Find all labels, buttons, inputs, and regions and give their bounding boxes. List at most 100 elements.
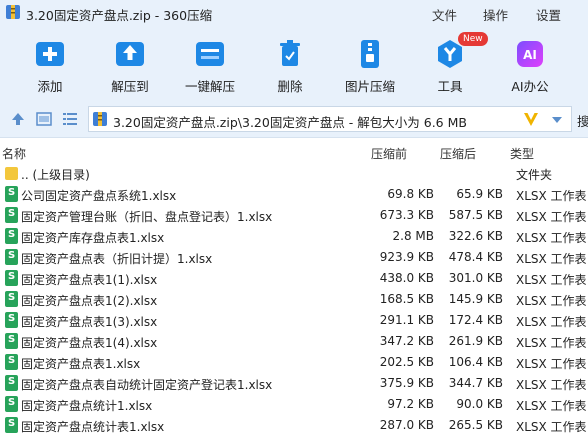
file-size: 287.0 KB bbox=[379, 418, 434, 432]
add-icon bbox=[36, 42, 64, 66]
file-name: 固定资产盘点统计1.xlsx bbox=[21, 399, 153, 413]
search-input[interactable]: 搜 bbox=[577, 111, 588, 130]
file-compressed-size: 65.9 KB bbox=[456, 187, 503, 201]
file-list: .. (上级目录) 文件夹 公司固定资产盘点系统1.xlsx 69.8 KB 65.… bbox=[0, 163, 588, 445]
menu-file[interactable]: 文件 bbox=[432, 5, 457, 24]
add-button[interactable]: 添加 bbox=[10, 34, 90, 94]
ai-office-label: AI办公 bbox=[511, 79, 549, 94]
file-type: XLSX 工作表 bbox=[516, 357, 587, 371]
file-name: 固定资产盘点表1(3).xlsx bbox=[21, 315, 158, 329]
file-size: 923.9 KB bbox=[379, 250, 434, 264]
parent-directory-row[interactable]: .. (上级目录) 文件夹 bbox=[0, 163, 588, 184]
excel-file-icon bbox=[5, 291, 18, 307]
delete-label: 删除 bbox=[277, 79, 303, 94]
column-type[interactable]: 类型 bbox=[510, 145, 534, 162]
file-row[interactable]: 固定资产管理台账（折旧、盘点登记表）1.xlsx 673.3 KB 587.5 KB… bbox=[0, 205, 588, 226]
file-row[interactable]: 固定资产库存盘点表1.xlsx 2.8 MB 322.6 KB XLSX 工作表 bbox=[0, 226, 588, 247]
file-size: 347.2 KB bbox=[379, 334, 434, 348]
extract-to-icon bbox=[116, 42, 144, 66]
file-type: XLSX 工作表 bbox=[516, 252, 587, 266]
column-compressed[interactable]: 压缩后 bbox=[440, 145, 476, 162]
title-bar: 3.20固定资产盘点.zip - 360压缩 文件 操作 设置 bbox=[0, 0, 588, 26]
image-compress-icon bbox=[361, 40, 379, 68]
excel-file-icon bbox=[5, 375, 18, 391]
svg-text:AI: AI bbox=[523, 48, 537, 62]
file-row[interactable]: 固定资产盘点表自动统计固定资产登记表1.xlsx 375.9 KB 344.7 KB… bbox=[0, 373, 588, 394]
new-badge: New bbox=[458, 32, 488, 46]
file-name: 固定资产盘点表1(2).xlsx bbox=[21, 294, 158, 308]
folder-icon bbox=[5, 167, 18, 180]
details-view-icon[interactable] bbox=[36, 111, 52, 127]
menu-settings[interactable]: 设置 bbox=[536, 5, 561, 24]
extract-to-button[interactable]: 解压到 bbox=[90, 34, 170, 94]
add-label: 添加 bbox=[37, 79, 63, 94]
path-text: 3.20固定资产盘点.zip\3.20固定资产盘点 - 解包大小为 6.6 MB bbox=[113, 115, 467, 130]
delete-icon bbox=[280, 40, 300, 66]
file-row[interactable]: 固定资产盘点表1(1).xlsx 438.0 KB 301.0 KB XLSX 工作表 bbox=[0, 268, 588, 289]
file-compressed-size: 261.9 KB bbox=[448, 334, 503, 348]
delete-button[interactable]: 删除 bbox=[250, 34, 330, 94]
file-type: XLSX 工作表 bbox=[516, 420, 587, 434]
menu-operation[interactable]: 操作 bbox=[483, 5, 508, 24]
file-size: 438.0 KB bbox=[379, 271, 434, 285]
file-size: 202.5 KB bbox=[379, 355, 434, 369]
file-row[interactable]: 固定资产盘点表1.xlsx 202.5 KB 106.4 KB XLSX 工作表 bbox=[0, 352, 588, 373]
window-title: 3.20固定资产盘点.zip - 360压缩 bbox=[26, 8, 213, 23]
file-row[interactable]: 固定资产盘点表1(4).xlsx 347.2 KB 261.9 KB XLSX 工作表 bbox=[0, 331, 588, 352]
file-name: 固定资产管理台账（折旧、盘点登记表）1.xlsx bbox=[21, 210, 273, 224]
file-size: 291.1 KB bbox=[379, 313, 434, 327]
file-type: XLSX 工作表 bbox=[516, 378, 587, 392]
file-name: .. (上级目录) bbox=[21, 168, 90, 182]
file-row[interactable]: 固定资产盘点表1(2).xlsx 168.5 KB 145.9 KB XLSX 工作表 bbox=[0, 289, 588, 310]
file-row[interactable]: 固定资产盘点表（折旧计提）1.xlsx 923.9 KB 478.4 KB XLSX … bbox=[0, 247, 588, 268]
excel-file-icon bbox=[5, 249, 18, 265]
file-compressed-size: 265.5 KB bbox=[448, 418, 503, 432]
column-size[interactable]: 压缩前 bbox=[371, 145, 407, 162]
file-row[interactable]: 固定资产盘点表1(3).xlsx 291.1 KB 172.4 KB XLSX 工作表 bbox=[0, 310, 588, 331]
path-input[interactable]: 3.20固定资产盘点.zip\3.20固定资产盘点 - 解包大小为 6.6 MB bbox=[88, 106, 572, 132]
app-window: 3.20固定资产盘点.zip - 360压缩 文件 操作 设置 添加 解压到 一… bbox=[0, 0, 588, 445]
file-compressed-size: 301.0 KB bbox=[448, 271, 503, 285]
one-click-extract-icon bbox=[196, 42, 224, 66]
main-toolbar: 添加 解压到 一键解压 删除 图片压缩 New 工具 AI AI办公 bbox=[0, 26, 588, 100]
column-name[interactable]: 名称 bbox=[2, 145, 26, 162]
ai-office-icon: AI bbox=[517, 41, 543, 67]
one-click-extract-button[interactable]: 一键解压 bbox=[170, 34, 250, 94]
file-size: 69.8 KB bbox=[387, 187, 434, 201]
excel-file-icon bbox=[5, 417, 18, 433]
verified-v-icon bbox=[524, 113, 538, 126]
file-type: 文件夹 bbox=[516, 168, 553, 182]
zip-archive-icon bbox=[6, 5, 20, 19]
one-click-extract-label: 一键解压 bbox=[184, 79, 235, 94]
file-compressed-size: 145.9 KB bbox=[448, 292, 503, 306]
file-name: 固定资产盘点表自动统计固定资产登记表1.xlsx bbox=[21, 378, 273, 392]
file-size: 168.5 KB bbox=[379, 292, 434, 306]
file-type: XLSX 工作表 bbox=[516, 210, 587, 224]
file-row[interactable]: 固定资产盘点统计1.xlsx 97.2 KB 90.0 KB XLSX 工作表 bbox=[0, 394, 588, 415]
excel-file-icon bbox=[5, 186, 18, 202]
excel-file-icon bbox=[5, 396, 18, 412]
excel-file-icon bbox=[5, 270, 18, 286]
chevron-down-icon[interactable] bbox=[551, 115, 563, 125]
list-view-icon[interactable] bbox=[62, 111, 78, 127]
file-type: XLSX 工作表 bbox=[516, 294, 587, 308]
excel-file-icon bbox=[5, 333, 18, 349]
image-compress-button[interactable]: 图片压缩 bbox=[330, 34, 410, 94]
tools-label: 工具 bbox=[437, 79, 463, 94]
file-row[interactable]: 公司固定资产盘点系统1.xlsx 69.8 KB 65.9 KB XLSX 工作表 bbox=[0, 184, 588, 205]
file-size: 97.2 KB bbox=[387, 397, 434, 411]
excel-file-icon bbox=[5, 354, 18, 370]
file-name: 固定资产盘点表1.xlsx bbox=[21, 357, 141, 371]
file-row[interactable]: 固定资产盘点统计表1.xlsx 287.0 KB 265.5 KB XLSX 工作表 bbox=[0, 415, 588, 436]
ai-office-button[interactable]: AI AI办公 bbox=[490, 34, 570, 94]
file-type: XLSX 工作表 bbox=[516, 231, 587, 245]
up-arrow-icon[interactable] bbox=[10, 111, 26, 127]
file-type: XLSX 工作表 bbox=[516, 273, 587, 287]
file-name: 固定资产库存盘点表1.xlsx bbox=[21, 231, 165, 245]
tools-button[interactable]: New 工具 bbox=[410, 32, 490, 94]
file-size: 375.9 KB bbox=[379, 376, 434, 390]
excel-file-icon bbox=[5, 312, 18, 328]
file-type: XLSX 工作表 bbox=[516, 189, 587, 203]
file-size: 673.3 KB bbox=[379, 208, 434, 222]
file-compressed-size: 344.7 KB bbox=[448, 376, 503, 390]
